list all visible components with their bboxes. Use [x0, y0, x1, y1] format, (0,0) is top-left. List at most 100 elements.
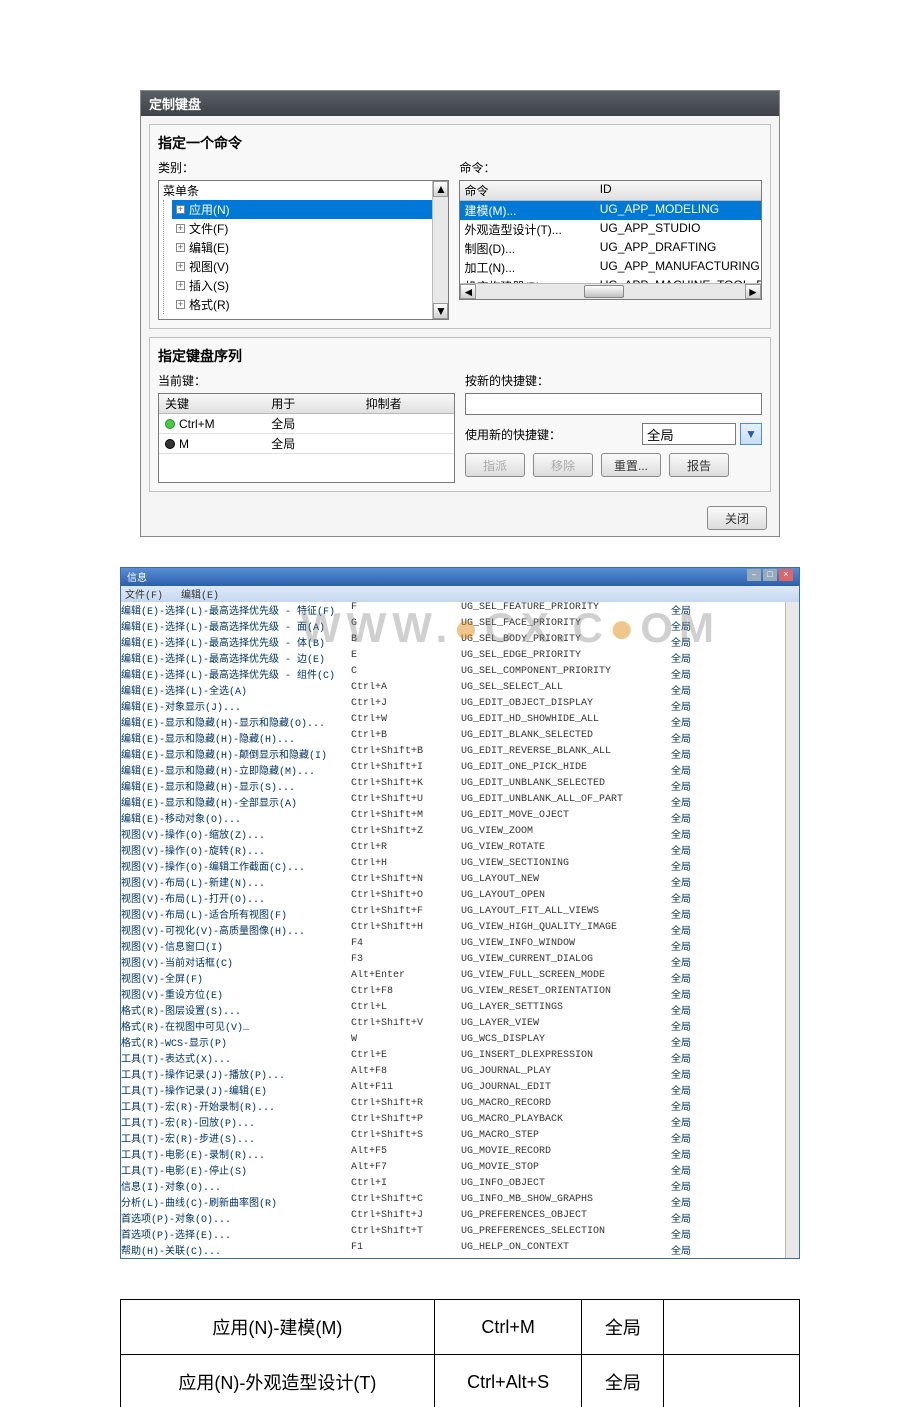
category-listbox[interactable]: 菜单条 +应用(N) +文件(F) +编辑(E) +视图(V) +插入(S) +… — [158, 180, 449, 320]
tree-item-format[interactable]: +格式(R) — [172, 295, 448, 314]
dropdown-icon[interactable]: ▼ — [740, 423, 762, 445]
table-row: 应用(N)-建模(M)Ctrl+M全局 — [121, 1300, 800, 1355]
info-menu: 文件(F) 编辑(E) — [121, 586, 799, 602]
panel-sequence: 指定键盘序列 当前键： 关键 用于 抑制者 Ctrl+M全局M全局 按新的快捷键… — [149, 337, 771, 492]
key-row[interactable]: Ctrl+M全局 — [159, 414, 454, 434]
info-row: 工具(T)-操作记录(J)-编辑(E)Alt+F11UG_JOURNAL_EDI… — [121, 1082, 785, 1098]
command-row[interactable]: 机床构建器(B)UG_APP_MACHINE_TOOL_BUILDER — [460, 277, 761, 283]
info-row: 视图(V)-操作(O)-编辑工作截面(C)...Ctrl+HUG_VIEW_SE… — [121, 858, 785, 874]
kh-usedin: 用于 — [265, 394, 359, 413]
label-command: 命令： — [459, 159, 762, 176]
scroll-down-icon[interactable]: ▼ — [433, 303, 448, 319]
info-row: 编辑(E)-显示和隐藏(H)-立即隐藏(M)...Ctrl+Shift+IUG_… — [121, 762, 785, 778]
info-row: 分析(L)-曲线(C)-刷新曲率图(R)Ctrl+Shift+CUG_INFO_… — [121, 1194, 785, 1210]
customize-keyboard-dialog: 定制键盘 指定一个命令 类别： 菜单条 +应用(N) +文件(F) +编辑(E)… — [140, 90, 780, 537]
info-row: 工具(T)-操作记录(J)-播放(P)...Alt+F8UG_JOURNAL_P… — [121, 1066, 785, 1082]
info-row: 编辑(E)-选择(L)-最高选择优先级 - 体(B)BUG_SEL_BODY_P… — [121, 634, 785, 650]
label-current: 当前键： — [158, 372, 455, 389]
info-row: 视图(V)-操作(O)-缩放(Z)...Ctrl+Shift+ZUG_VIEW_… — [121, 826, 785, 842]
command-row[interactable]: 制图(D)...UG_APP_DRAFTING — [460, 239, 761, 258]
label-usenew: 使用新的快捷键： — [465, 426, 632, 443]
report-button[interactable]: 报告 — [669, 453, 729, 477]
command-row[interactable]: 建模(M)...UG_APP_MODELING — [460, 201, 761, 220]
cmdgrid-body: 建模(M)...UG_APP_MODELING外观造型设计(T)...UG_AP… — [460, 201, 761, 283]
cmdgrid-head-id: ID — [596, 181, 761, 200]
label-new: 按新的快捷键： — [465, 372, 762, 389]
window-controls: – □ × — [747, 569, 793, 585]
scrollbar[interactable]: ▲ ▼ — [432, 181, 448, 319]
info-row: 帮助(H)-关联(C)...F1UG_HELP_ON_CONTEXT全局 — [121, 1242, 785, 1258]
info-row: 格式(R)-图层设置(S)...Ctrl+LUG_LAYER_SETTINGS全… — [121, 1002, 785, 1018]
expand-icon[interactable]: + — [176, 205, 185, 214]
info-row: 工具(T)-电影(E)-停止(S)Alt+F7UG_MOVIE_STOP全局 — [121, 1162, 785, 1178]
info-row: 格式(R)-在视图中可见(V)…Ctrl+Shift+VUG_LAYER_VIE… — [121, 1018, 785, 1034]
command-grid[interactable]: 命令 ID 建模(M)...UG_APP_MODELING外观造型设计(T)..… — [459, 180, 762, 300]
info-row: 编辑(E)-选择(L)-最高选择优先级 - 组件(C)CUG_SEL_COMPO… — [121, 666, 785, 682]
menu-edit[interactable]: 编辑(E) — [181, 591, 219, 602]
info-row: 工具(T)-宏(R)-步进(S)...Ctrl+Shift+SUG_MACRO_… — [121, 1130, 785, 1146]
cmdgrid-header: 命令 ID — [460, 181, 761, 201]
info-row: 视图(V)-可视化(V)-高质量图像(H)...Ctrl+Shift+HUG_V… — [121, 922, 785, 938]
info-body: WWW.●CX.C●OM 编辑(E)-选择(L)-最高选择优先级 - 特征(F)… — [121, 602, 799, 1258]
info-row: 编辑(E)-显示和隐藏(H)-显示(S)...Ctrl+Shift+KUG_ED… — [121, 778, 785, 794]
keygrid-header: 关键 用于 抑制者 — [159, 394, 454, 414]
info-row: 编辑(E)-显示和隐藏(H)-颠倒显示和隐藏(I)Ctrl+Shift+BUG_… — [121, 746, 785, 762]
close-icon[interactable]: × — [779, 569, 793, 581]
info-row: 工具(T)-宏(R)-回放(P)...Ctrl+Shift+PUG_MACRO_… — [121, 1114, 785, 1130]
command-row[interactable]: 外观造型设计(T)...UG_APP_STUDIO — [460, 220, 761, 239]
minimize-icon[interactable]: – — [747, 569, 761, 581]
reset-button[interactable]: 重置... — [601, 453, 661, 477]
new-shortcut-input[interactable] — [465, 393, 762, 415]
expand-icon[interactable]: + — [176, 281, 185, 290]
info-window: 信息 – □ × 文件(F) 编辑(E) WWW.●CX.C●OM 编辑(E)-… — [120, 567, 800, 1259]
scroll-right-icon[interactable]: ► — [745, 284, 761, 299]
info-row: 视图(V)-当前对话框(C)F3UG_VIEW_CURRENT_DIALOG全局 — [121, 954, 785, 970]
tree-item-edit[interactable]: +编辑(E) — [172, 238, 448, 257]
info-row: 编辑(E)-显示和隐藏(H)-显示和隐藏(O)...Ctrl+WUG_EDIT_… — [121, 714, 785, 730]
scope-select[interactable] — [642, 423, 736, 445]
info-row: 编辑(E)-选择(L)-最高选择优先级 - 特征(F)FUG_SEL_FEATU… — [121, 602, 785, 618]
panel-command-title: 指定一个命令 — [158, 133, 762, 153]
info-row: 编辑(E)-选择(L)-最高选择优先级 - 边(E)EUG_SEL_EDGE_P… — [121, 650, 785, 666]
tree-item-insert[interactable]: +插入(S) — [172, 276, 448, 295]
info-row: 视图(V)-布局(L)-打开(O)...Ctrl+Shift+OUG_LAYOU… — [121, 890, 785, 906]
remove-button[interactable]: 移除 — [533, 453, 593, 477]
info-row: 视图(V)-重设方位(E)Ctrl+F8UG_VIEW_RESET_ORIENT… — [121, 986, 785, 1002]
status-dot-icon — [165, 439, 175, 449]
cmdgrid-head-cmd: 命令 — [460, 181, 595, 200]
expand-icon[interactable]: + — [176, 224, 185, 233]
info-row: 首选项(P)-对象(O)...Ctrl+Shift+JUG_PREFERENCE… — [121, 1210, 785, 1226]
expand-icon[interactable]: + — [176, 300, 185, 309]
current-keys-grid[interactable]: 关键 用于 抑制者 Ctrl+M全局M全局 — [158, 393, 455, 483]
summary-table: 应用(N)-建模(M)Ctrl+M全局应用(N)-外观造型设计(T)Ctrl+A… — [120, 1299, 800, 1407]
panel-command: 指定一个命令 类别： 菜单条 +应用(N) +文件(F) +编辑(E) +视图(… — [149, 124, 771, 329]
table-row: 应用(N)-外观造型设计(T)Ctrl+Alt+S全局 — [121, 1355, 800, 1407]
tree-item-app[interactable]: +应用(N) — [172, 200, 448, 219]
tree-item-view[interactable]: +视图(V) — [172, 257, 448, 276]
close-button[interactable]: 关闭 — [707, 506, 767, 530]
info-row: 视图(V)-布局(L)-适合所有视图(F)Ctrl+Shift+FUG_LAYO… — [121, 906, 785, 922]
info-row: 编辑(E)-选择(L)-全选(A)Ctrl+AUG_SEL_SELECT_ALL… — [121, 682, 785, 698]
label-category: 类别： — [158, 159, 449, 176]
tree-item-file[interactable]: +文件(F) — [172, 219, 448, 238]
h-scrollbar[interactable]: ◄ ► — [460, 283, 761, 299]
key-row[interactable]: M全局 — [159, 434, 454, 454]
info-row: 视图(V)-布局(L)-新建(N)...Ctrl+Shift+NUG_LAYOU… — [121, 874, 785, 890]
scroll-left-icon[interactable]: ◄ — [460, 284, 476, 299]
info-row: 编辑(E)-显示和隐藏(H)-全部显示(A)Ctrl+Shift+UUG_EDI… — [121, 794, 785, 810]
info-row: 编辑(E)-移动对象(O)...Ctrl+Shift+MUG_EDIT_MOVE… — [121, 810, 785, 826]
info-row: 首选项(P)-选择(E)...Ctrl+Shift+TUG_PREFERENCE… — [121, 1226, 785, 1242]
expand-icon[interactable]: + — [176, 262, 185, 271]
scroll-up-icon[interactable]: ▲ — [433, 181, 448, 197]
info-row: 工具(T)-电影(E)-录制(R)...Alt+F5UG_MOVIE_RECOR… — [121, 1146, 785, 1162]
kh-sup: 抑制者 — [360, 394, 454, 413]
command-row[interactable]: 加工(N)...UG_APP_MANUFACTURING — [460, 258, 761, 277]
assign-button[interactable]: 指派 — [465, 453, 525, 477]
maximize-icon[interactable]: □ — [763, 569, 777, 581]
tree-root[interactable]: 菜单条 — [159, 181, 448, 200]
menu-file[interactable]: 文件(F) — [125, 591, 163, 602]
scroll-thumb[interactable] — [584, 285, 624, 298]
expand-icon[interactable]: + — [176, 243, 185, 252]
dialog-title: 定制键盘 — [141, 91, 779, 116]
scrollbar[interactable] — [785, 602, 799, 1258]
